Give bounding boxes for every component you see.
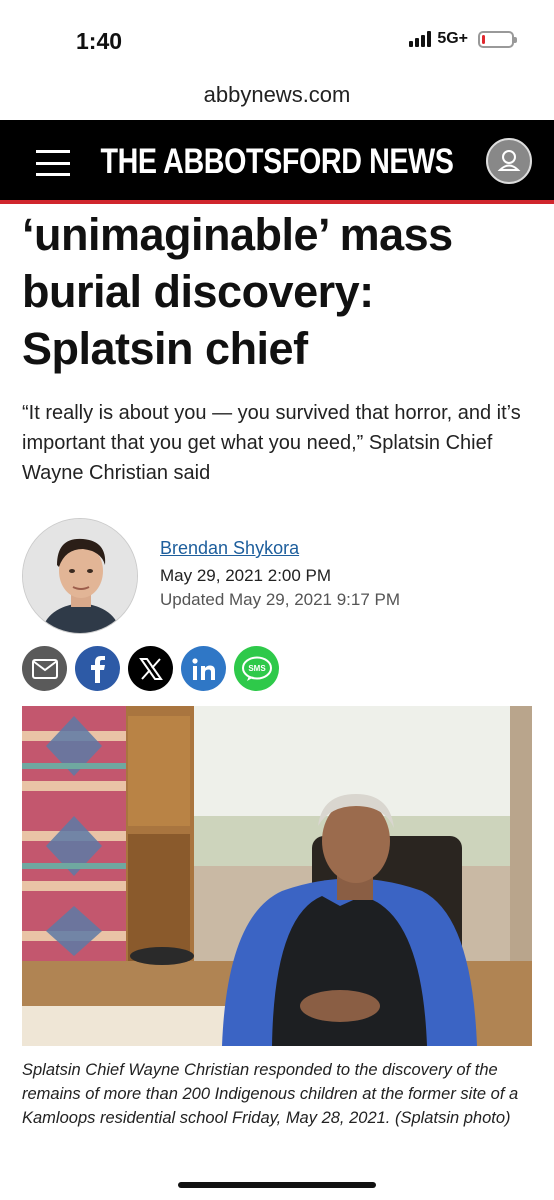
author-name-link[interactable]: Brendan Shykora xyxy=(160,538,299,559)
signal-strength-icon xyxy=(409,31,432,47)
battery-icon xyxy=(478,30,517,48)
sms-label: SMS xyxy=(248,664,266,673)
email-icon xyxy=(31,658,58,679)
status-indicators: 5G+ xyxy=(409,30,517,48)
user-account-icon[interactable] xyxy=(486,138,532,184)
status-bar: 1:40 5G+ xyxy=(0,0,554,80)
linkedin-icon xyxy=(191,657,215,680)
site-header: THE ABBOTSFORD NEWS xyxy=(0,120,554,204)
email-share-button[interactable] xyxy=(22,646,67,691)
battery-level xyxy=(482,34,485,44)
sms-share-button[interactable]: SMS xyxy=(234,646,279,691)
x-share-button[interactable] xyxy=(128,646,173,691)
x-icon xyxy=(138,657,163,680)
facebook-icon xyxy=(90,655,105,683)
status-time: 1:40 xyxy=(76,28,123,54)
linkedin-share-button[interactable] xyxy=(181,646,226,691)
share-buttons: SMS xyxy=(22,646,279,691)
site-title[interactable]: THE ABBOTSFORD NEWS xyxy=(50,142,504,182)
updated-date: Updated May 29, 2021 9:17 PM xyxy=(160,590,401,609)
published-date: May 29, 2021 2:00 PM xyxy=(160,566,332,585)
sms-icon: SMS xyxy=(241,656,272,681)
article-headline: ‘unimaginable’ mass burial discovery: Sp… xyxy=(22,209,453,374)
author-avatar xyxy=(22,518,138,634)
network-type: 5G+ xyxy=(437,30,468,47)
facebook-share-button[interactable] xyxy=(75,646,120,691)
address-bar[interactable]: abbynews.com xyxy=(0,82,554,108)
home-indicator[interactable] xyxy=(178,1182,376,1188)
article-subhead: “It really is about you — you survived t… xyxy=(22,402,521,484)
photo-caption: Splatsin Chief Wayne Christian responded… xyxy=(22,1061,519,1127)
author-block: Brendan Shykora May 29, 2021 2:00 PM Upd… xyxy=(22,518,532,634)
article-photo[interactable] xyxy=(22,706,532,1046)
